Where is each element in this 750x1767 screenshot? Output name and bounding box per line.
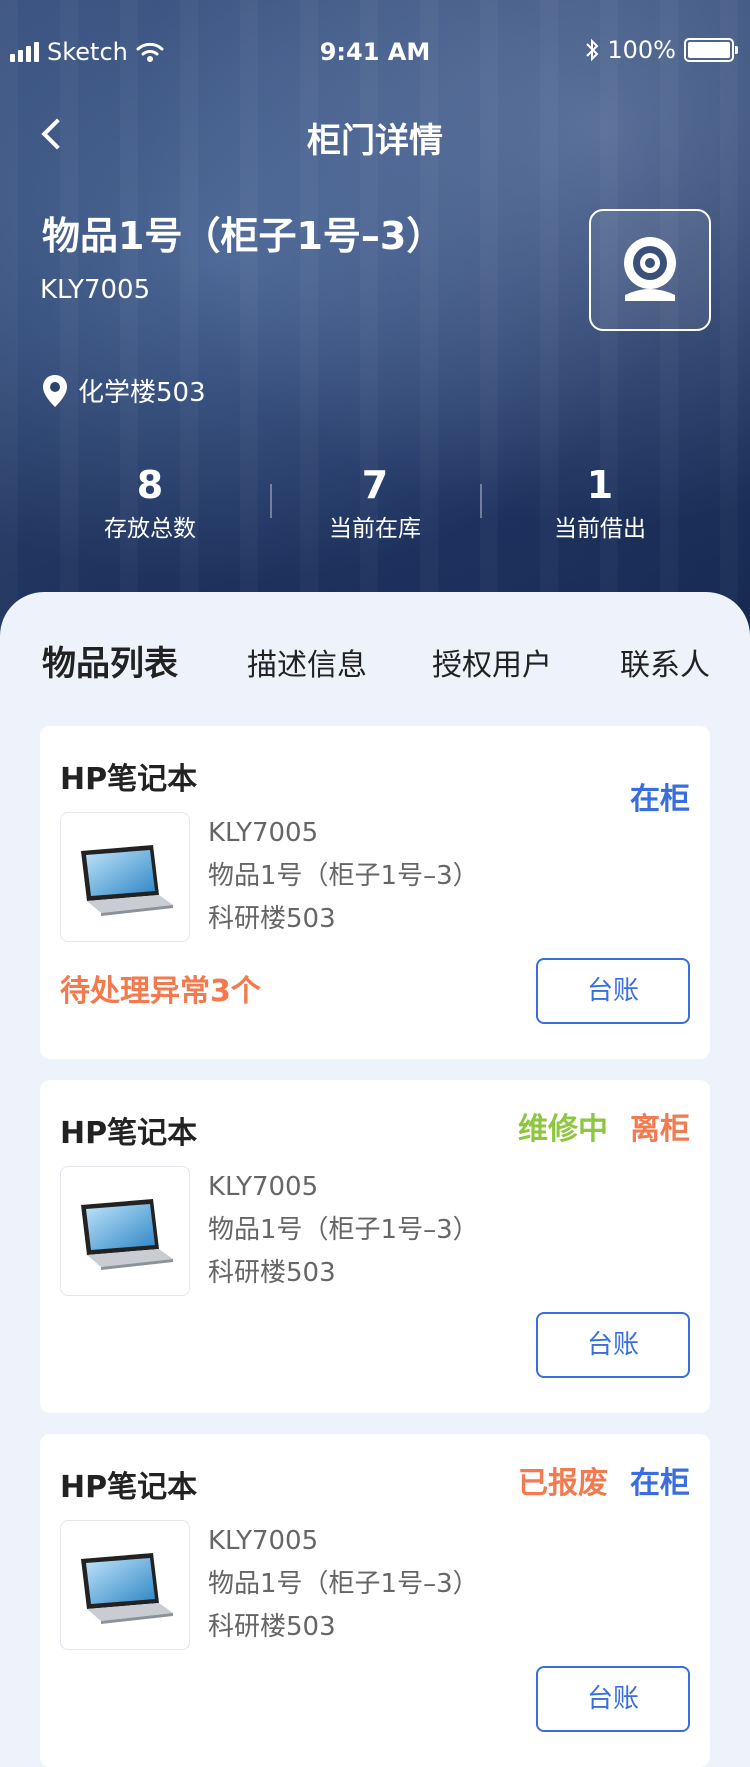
tab-description[interactable]: 描述信息	[247, 640, 367, 684]
item-thumbnail	[60, 1166, 190, 1296]
item-cabinet: 物品1号（柜子1号–3）	[208, 1569, 479, 1599]
item-name: HP笔记本	[60, 1470, 198, 1505]
laptop-icon	[81, 1553, 173, 1624]
item-thumbnail	[60, 1520, 190, 1650]
location-pin-icon	[43, 374, 67, 407]
item-status-group: 维修中 离柜	[518, 1104, 690, 1148]
battery-percent: 100%	[607, 36, 676, 64]
item-meta: KLY7005 物品1号（柜子1号–3） 科研楼503	[208, 1166, 479, 1295]
item-location: 科研楼503	[208, 904, 336, 934]
tab-authorized-users[interactable]: 授权用户	[432, 640, 552, 684]
stat-value: 8	[136, 463, 164, 507]
pending-alert[interactable]: 待处理异常3个	[60, 966, 261, 1010]
ledger-button[interactable]: 台账	[536, 958, 690, 1024]
page-title: 柜门详情	[307, 121, 443, 161]
cabinet-title: 物品1号（柜子1号–3）	[42, 214, 445, 258]
ledger-button[interactable]: 台账	[536, 1666, 690, 1732]
cabinet-location: 化学楼503	[42, 372, 206, 409]
stats-row: 8 存放总数 7 当前在库 1 当前借出	[0, 462, 750, 562]
divider	[480, 484, 482, 518]
battery-info: 100%	[585, 36, 738, 64]
status-bar: Sketch 9:41 AM 100%	[0, 0, 750, 100]
stat-label: 存放总数	[104, 516, 196, 542]
tab-contacts[interactable]: 联系人	[620, 640, 710, 684]
status-badge: 维修中	[518, 1112, 608, 1147]
status-badge: 在柜	[630, 782, 690, 817]
location-label: 化学楼503	[78, 378, 206, 408]
stat-borrowed: 1 当前借出	[450, 462, 750, 562]
tab-item-list[interactable]: 物品列表	[42, 636, 178, 685]
item-status-group: 已报废 在柜	[518, 1458, 690, 1502]
content-panel: 物品列表 描述信息 授权用户 联系人 HP笔记本 在柜 KLY7005 物品1号…	[0, 592, 750, 1767]
item-name: HP笔记本	[60, 1116, 198, 1151]
item-location: 科研楼503	[208, 1612, 336, 1642]
stat-total: 8 存放总数	[0, 462, 300, 562]
item-meta: KLY7005 物品1号（柜子1号–3） 科研楼503	[208, 1520, 479, 1649]
divider	[270, 484, 272, 518]
item-name: HP笔记本	[60, 762, 198, 797]
camera-button[interactable]	[589, 209, 711, 331]
item-card[interactable]: HP笔记本 在柜 KLY7005 物品1号（柜子1号–3） 科研楼503 待处理…	[40, 726, 710, 1059]
item-code: KLY7005	[208, 1172, 319, 1202]
item-card[interactable]: HP笔记本 已报废 在柜 KLY7005 物品1号（柜子1号–3） 科研楼503…	[40, 1434, 710, 1767]
battery-icon	[684, 38, 738, 62]
item-cabinet: 物品1号（柜子1号–3）	[208, 861, 479, 891]
item-thumbnail	[60, 812, 190, 942]
camera-icon	[624, 237, 676, 301]
item-status-group: 在柜	[630, 774, 690, 818]
item-code: KLY7005	[208, 1526, 319, 1556]
status-badge: 在柜	[630, 1466, 690, 1501]
stat-value: 1	[586, 463, 614, 507]
ledger-button[interactable]: 台账	[536, 1312, 690, 1378]
laptop-icon	[81, 845, 173, 916]
status-badge: 已报废	[518, 1466, 608, 1501]
tab-bar: 物品列表 描述信息 授权用户 联系人	[0, 636, 750, 744]
stat-label: 当前借出	[554, 516, 646, 542]
stat-in-stock: 7 当前在库	[300, 462, 450, 562]
item-meta: KLY7005 物品1号（柜子1号–3） 科研楼503	[208, 812, 479, 941]
laptop-icon	[81, 1199, 173, 1270]
status-badge: 离柜	[630, 1112, 690, 1147]
nav-bar: 柜门详情	[0, 105, 750, 165]
stat-label: 当前在库	[329, 516, 421, 542]
item-card[interactable]: HP笔记本 维修中 离柜 KLY7005 物品1号（柜子1号–3） 科研楼503…	[40, 1080, 710, 1413]
item-location: 科研楼503	[208, 1258, 336, 1288]
cabinet-code: KLY7005	[40, 275, 151, 305]
stat-value: 7	[361, 463, 389, 507]
item-code: KLY7005	[208, 818, 319, 848]
bluetooth-icon	[586, 38, 599, 62]
item-cabinet: 物品1号（柜子1号–3）	[208, 1215, 479, 1245]
